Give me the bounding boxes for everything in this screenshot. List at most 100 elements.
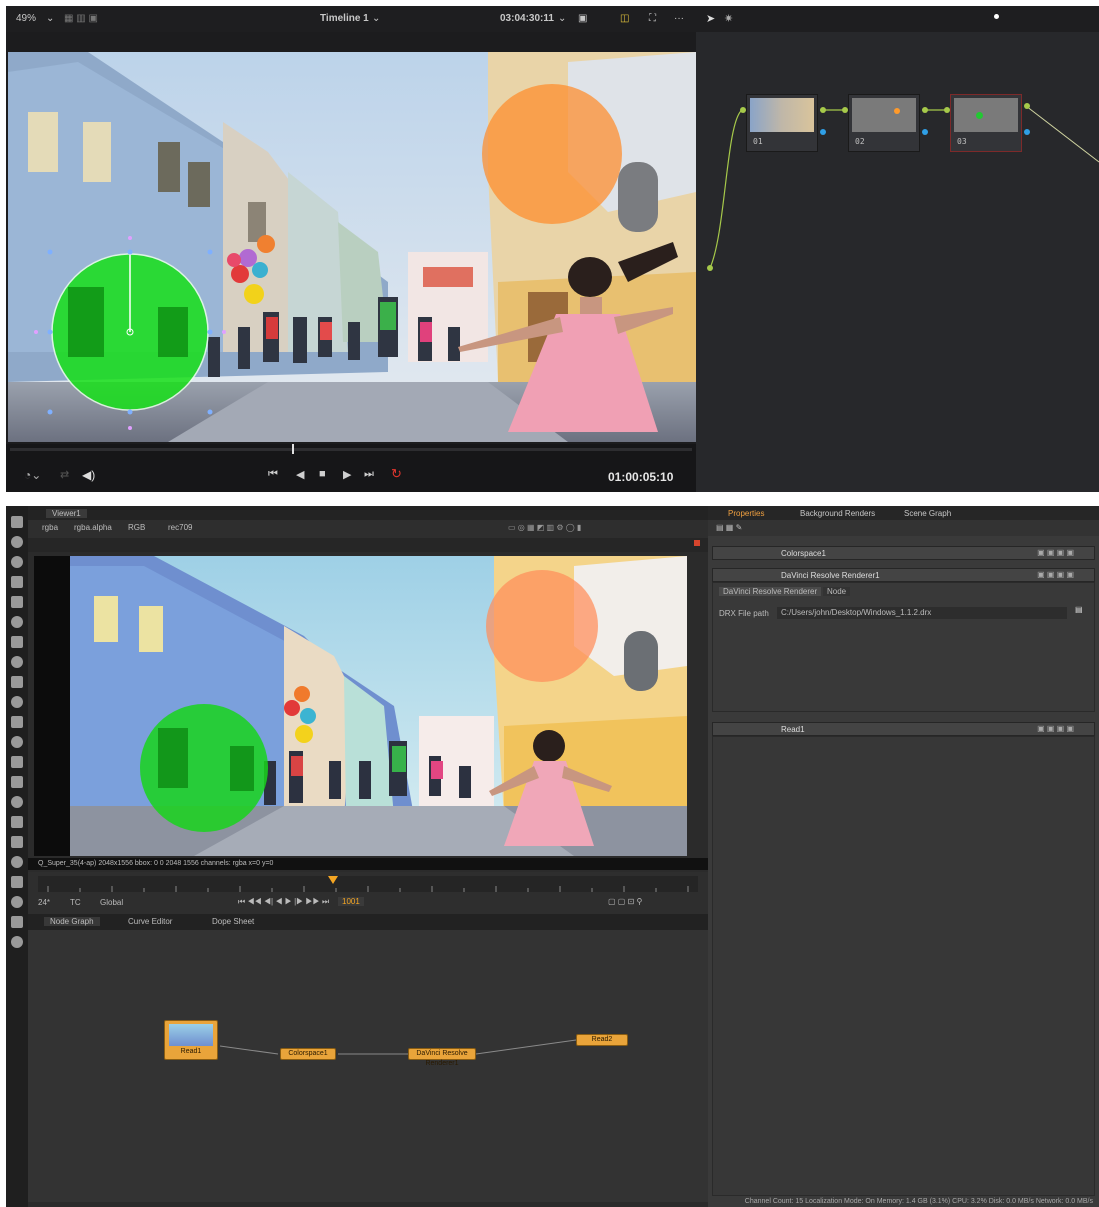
- playhead[interactable]: [292, 444, 294, 454]
- views-tool-icon[interactable]: [11, 716, 23, 728]
- frame-slider[interactable]: [38, 876, 698, 892]
- header-buttons[interactable]: ▣ ▣ ▣ ▣: [1037, 548, 1074, 557]
- skip-back-icon[interactable]: ⏮: [268, 468, 278, 481]
- read-node[interactable]: Read1: [164, 1020, 218, 1060]
- pointer-icon[interactable]: ➤: [706, 12, 715, 25]
- reverse-icon[interactable]: ◀: [296, 468, 304, 481]
- color-node-01[interactable]: 01: [746, 94, 818, 152]
- stop-icon[interactable]: ■: [319, 468, 326, 480]
- 3d-tool-icon[interactable]: [11, 696, 23, 708]
- color-node-02[interactable]: 02: [848, 94, 920, 152]
- header-buttons[interactable]: ▣ ▣ ▣ ▣: [1037, 570, 1074, 579]
- input-port[interactable]: [842, 107, 848, 113]
- key-output-port[interactable]: [1024, 129, 1030, 135]
- loop-playback-icon[interactable]: ↻: [391, 466, 402, 482]
- chevron-down-icon[interactable]: ⌄: [46, 13, 54, 24]
- output-port[interactable]: [922, 107, 928, 113]
- key-output-port[interactable]: [922, 129, 928, 135]
- keyer-tool-icon[interactable]: [11, 636, 23, 648]
- frame-field[interactable]: 1001: [338, 897, 364, 906]
- other-tool-icon[interactable]: [11, 816, 23, 828]
- air-tool-icon[interactable]: [11, 876, 23, 888]
- image-tool-icon[interactable]: [11, 516, 23, 528]
- fullscreen-icon[interactable]: ⛶: [649, 13, 656, 24]
- particles-tool-icon[interactable]: [11, 756, 23, 768]
- key-output-port[interactable]: [820, 129, 826, 135]
- filter-tool-icon[interactable]: [11, 616, 23, 628]
- color-node-03[interactable]: 03: [950, 94, 1022, 152]
- plugin-tool-icon[interactable]: [11, 916, 23, 928]
- tab-dope-sheet[interactable]: Dope Sheet: [212, 917, 254, 926]
- node-name-field[interactable]: Read1: [781, 725, 805, 734]
- resolve-renderer-node[interactable]: DaVinci Resolve Renderer1: [408, 1048, 476, 1067]
- drx-path-field[interactable]: C:/Users/john/Desktop/Windows_1.1.2.drx: [777, 607, 1067, 619]
- speaker-icon[interactable]: ◀): [82, 468, 95, 482]
- settings-tool-icon[interactable]: [11, 936, 23, 948]
- node-name-field[interactable]: DaVinci Resolve Renderer1: [781, 571, 880, 580]
- read-properties-header[interactable]: Read1 ▣ ▣ ▣ ▣: [712, 722, 1095, 736]
- renderer-properties-header[interactable]: DaVinci Resolve Renderer1 ▣ ▣ ▣ ▣: [712, 568, 1095, 582]
- tab-background-renders[interactable]: Background Renders: [800, 509, 875, 518]
- tab-plugin[interactable]: DaVinci Resolve Renderer: [719, 587, 822, 596]
- tab-viewer[interactable]: Viewer1: [46, 509, 87, 518]
- tab-scene-graph[interactable]: Scene Graph: [904, 509, 951, 518]
- node-graph[interactable]: 01 02 03: [696, 32, 1099, 492]
- scrubber-track[interactable]: [10, 448, 692, 451]
- zoom-level[interactable]: 49%: [16, 13, 36, 24]
- gear-icon[interactable]: ✷: [724, 12, 733, 25]
- output-port[interactable]: [1024, 103, 1030, 109]
- viewer-lock-icons[interactable]: ▢ ▢ ⊡ ⚲: [608, 897, 642, 906]
- tab-node[interactable]: Node: [823, 587, 851, 596]
- input-port[interactable]: [944, 107, 950, 113]
- metadata-tool-icon[interactable]: [11, 736, 23, 748]
- tab-properties[interactable]: Properties: [728, 509, 764, 518]
- alpha-select[interactable]: rgba.alpha: [74, 523, 112, 532]
- more-icon[interactable]: ···: [674, 13, 684, 24]
- viewer-toolbar: 49% ⌄ ▦ ▥ ▣ Timeline 1 ⌄ 03:04:30:11 ⌄ ▣…: [6, 6, 696, 32]
- fps-select[interactable]: 24*: [38, 898, 50, 907]
- viewer-tool-icons[interactable]: ▭ ◎ ▦ ◩ ▥ ⚙ ◯ ▮: [508, 523, 581, 532]
- play-icon[interactable]: ▶: [343, 468, 351, 481]
- color-mode-select[interactable]: RGB: [128, 523, 145, 532]
- cara-tool-icon[interactable]: [11, 856, 23, 868]
- transform-tool-icon[interactable]: [11, 676, 23, 688]
- draw-tool-icon[interactable]: [11, 536, 23, 548]
- input-port[interactable]: [740, 107, 746, 113]
- skip-forward-icon[interactable]: ⏭: [364, 468, 374, 481]
- split-view-icon[interactable]: ▦ ▥ ▣: [64, 13, 98, 24]
- highlight-icon[interactable]: ◫: [620, 13, 629, 24]
- tab-curve-editor[interactable]: Curve Editor: [128, 917, 172, 926]
- toolsets-tool-icon[interactable]: [11, 796, 23, 808]
- chevron-down-icon[interactable]: ⌄: [372, 13, 380, 24]
- clip-icon[interactable]: ▣: [578, 13, 587, 24]
- viewer-image[interactable]: [8, 52, 696, 442]
- time-tool-icon[interactable]: [11, 556, 23, 568]
- deep-tool-icon[interactable]: [11, 776, 23, 788]
- chevron-down-icon[interactable]: ⌄: [558, 13, 566, 24]
- furnace-tool-icon[interactable]: [11, 836, 23, 848]
- file-browse-icon[interactable]: ▤: [1075, 605, 1083, 614]
- properties-tool-icons[interactable]: ▤ ▦ ✎: [716, 523, 742, 532]
- node-graph[interactable]: Read1 Colorspace1 DaVinci Resolve Render…: [28, 930, 708, 1202]
- colorspace-properties-header[interactable]: Colorspace1 ▣ ▣ ▣ ▣: [712, 546, 1095, 560]
- timeline-name[interactable]: Timeline 1: [320, 13, 369, 24]
- color-tool-icon[interactable]: [11, 596, 23, 608]
- range-select[interactable]: Global: [100, 898, 123, 907]
- channel-tool-icon[interactable]: [11, 576, 23, 588]
- node-name-field[interactable]: Colorspace1: [781, 549, 826, 558]
- source-port[interactable]: [707, 265, 713, 271]
- audio-meter-icon[interactable]: ◔⌄: [24, 468, 41, 482]
- header-buttons[interactable]: ▣ ▣ ▣ ▣: [1037, 724, 1074, 733]
- colorspace-node[interactable]: Colorspace1: [280, 1048, 336, 1060]
- channel-select[interactable]: rgba: [42, 523, 58, 532]
- read2-node[interactable]: Read2: [576, 1034, 628, 1046]
- tc-mode-select[interactable]: TC: [70, 898, 81, 907]
- playback-controls[interactable]: ⏮ ◀◀ ◀| ◀ ▶ |▶ ▶▶ ⏭: [238, 897, 329, 907]
- output-port[interactable]: [820, 107, 826, 113]
- tab-node-graph[interactable]: Node Graph: [44, 917, 100, 926]
- ofx-tool-icon[interactable]: [11, 896, 23, 908]
- lut-select[interactable]: rec709: [168, 523, 192, 532]
- viewer-image[interactable]: [34, 556, 687, 856]
- merge-tool-icon[interactable]: [11, 656, 23, 668]
- loop-icon[interactable]: ⇄: [60, 468, 69, 481]
